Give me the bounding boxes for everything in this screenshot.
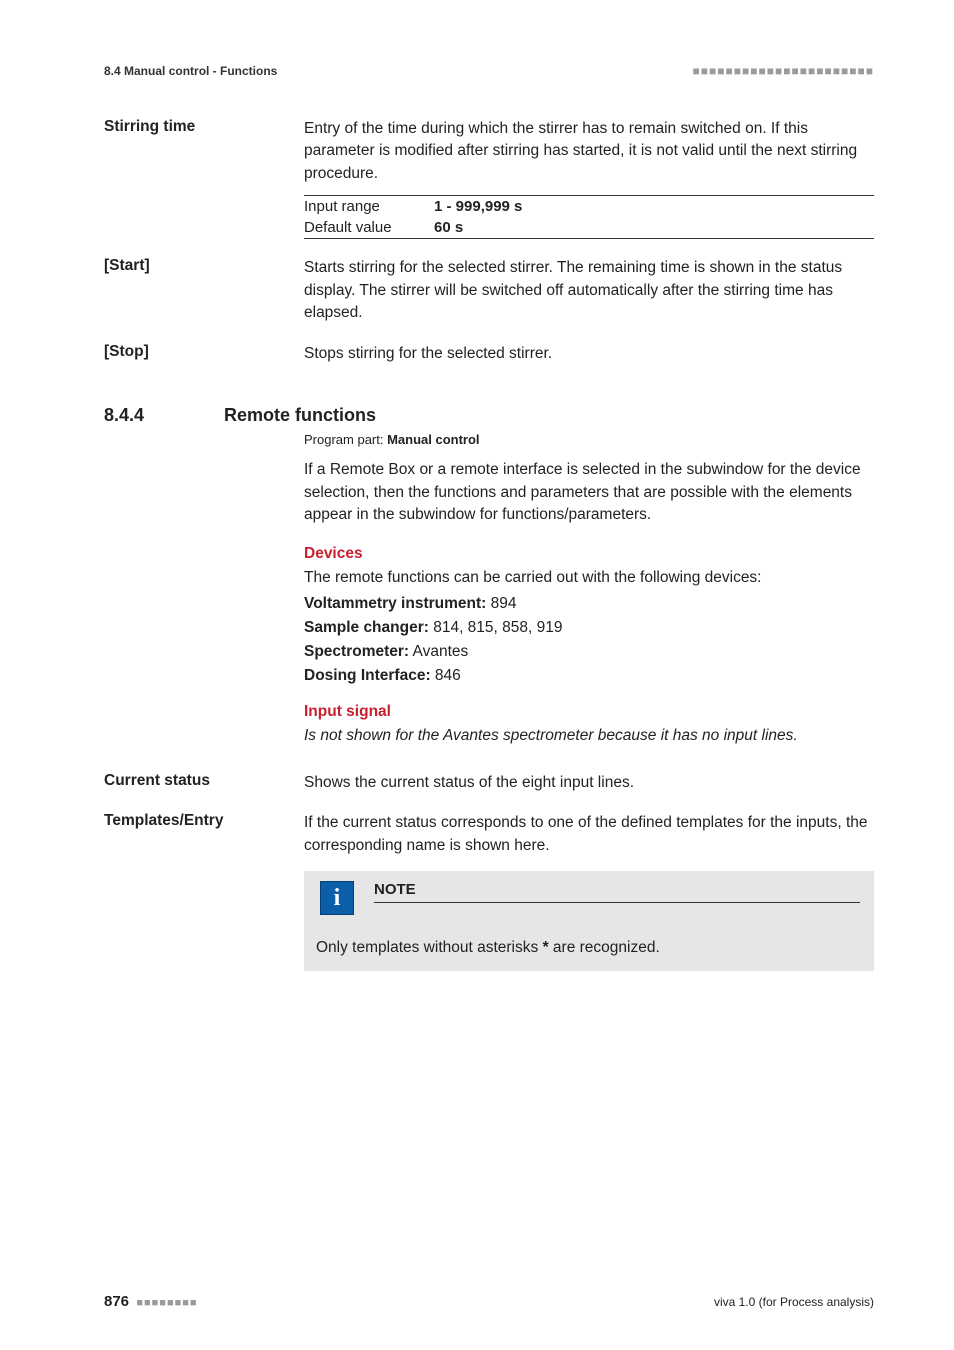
note-box: i NOTE Only templates without asterisks … [304, 871, 874, 971]
device-spectrometer: Spectrometer: Avantes [304, 643, 874, 661]
note-title: NOTE [374, 881, 860, 903]
param-stirring-time: Stirring time Entry of the time during w… [104, 118, 874, 239]
param-stop: [Stop] Stops stirring for the selected s… [104, 343, 874, 365]
stop-label: [Stop] [104, 343, 304, 361]
page-footer: 876 ■■■■■■■■ viva 1.0 (for Process analy… [104, 1293, 874, 1310]
device-voltammetry-val: 894 [486, 595, 516, 612]
device-spectrometer-label: Spectrometer: [304, 643, 409, 660]
running-header: 8.4 Manual control - Functions ■■■■■■■■■… [104, 64, 874, 78]
input-range-key: Input range [304, 198, 434, 215]
device-dosing-interface-val: 846 [431, 667, 461, 684]
stirring-time-spec-table: Input range 1 - 999,999 s Default value … [304, 195, 874, 239]
current-status-desc: Shows the current status of the eight in… [304, 772, 874, 794]
start-label: [Start] [104, 257, 304, 275]
note-body-post: are recognized. [549, 939, 660, 956]
footer-marker-dots: ■■■■■■■■ [136, 1297, 197, 1309]
stirring-time-label: Stirring time [104, 118, 304, 136]
device-dosing-interface: Dosing Interface: 846 [304, 667, 874, 685]
devices-heading: Devices [304, 545, 874, 563]
header-section-path: 8.4 Manual control - Functions [104, 64, 277, 78]
default-value-val: 60 s [434, 219, 463, 236]
program-part-line: Program part: Manual control [304, 432, 874, 447]
info-icon: i [320, 881, 354, 915]
stirring-time-desc: Entry of the time during which the stirr… [304, 118, 874, 185]
current-status-label: Current status [104, 772, 304, 790]
note-body-pre: Only templates without asterisks [316, 939, 543, 956]
device-dosing-interface-label: Dosing Interface: [304, 667, 431, 684]
device-spectrometer-val: Avantes [409, 643, 468, 660]
device-voltammetry-label: Voltammetry instrument: [304, 595, 486, 612]
footer-left: 876 ■■■■■■■■ [104, 1293, 198, 1310]
header-marker-dots: ■■■■■■■■■■■■■■■■■■■■■■ [693, 64, 874, 78]
input-signal-heading: Input signal [304, 703, 874, 721]
param-templates-entry: Templates/Entry If the current status co… [104, 812, 874, 971]
footer-right: viva 1.0 (for Process analysis) [714, 1295, 874, 1309]
note-icon-wrap: i [304, 871, 360, 925]
device-sample-changer: Sample changer: 814, 815, 858, 919 [304, 619, 874, 637]
input-range-val: 1 - 999,999 s [434, 198, 522, 215]
program-part-prefix: Program part: [304, 432, 387, 447]
device-voltammetry: Voltammetry instrument: 894 [304, 595, 874, 613]
templates-entry-desc: If the current status corresponds to one… [304, 812, 874, 857]
default-value-key: Default value [304, 219, 434, 236]
section-body: Program part: Manual control If a Remote… [304, 432, 874, 747]
section-title: Remote functions [224, 405, 376, 426]
section-heading: 8.4.4 Remote functions [104, 405, 874, 426]
input-signal-note: Is not shown for the Avantes spectromete… [304, 725, 874, 747]
program-part-value: Manual control [387, 432, 479, 447]
templates-entry-label: Templates/Entry [104, 812, 304, 830]
device-sample-changer-label: Sample changer: [304, 619, 429, 636]
section-intro: If a Remote Box or a remote interface is… [304, 459, 874, 526]
param-start: [Start] Starts stirring for the selected… [104, 257, 874, 324]
stop-desc: Stops stirring for the selected stirrer. [304, 343, 874, 365]
device-sample-changer-val: 814, 815, 858, 919 [429, 619, 563, 636]
devices-intro: The remote functions can be carried out … [304, 567, 874, 589]
page-number: 876 [104, 1293, 129, 1310]
section-number: 8.4.4 [104, 405, 224, 426]
note-body: Only templates without asterisks * are r… [304, 925, 874, 971]
param-current-status: Current status Shows the current status … [104, 772, 874, 794]
start-desc: Starts stirring for the selected stirrer… [304, 257, 874, 324]
